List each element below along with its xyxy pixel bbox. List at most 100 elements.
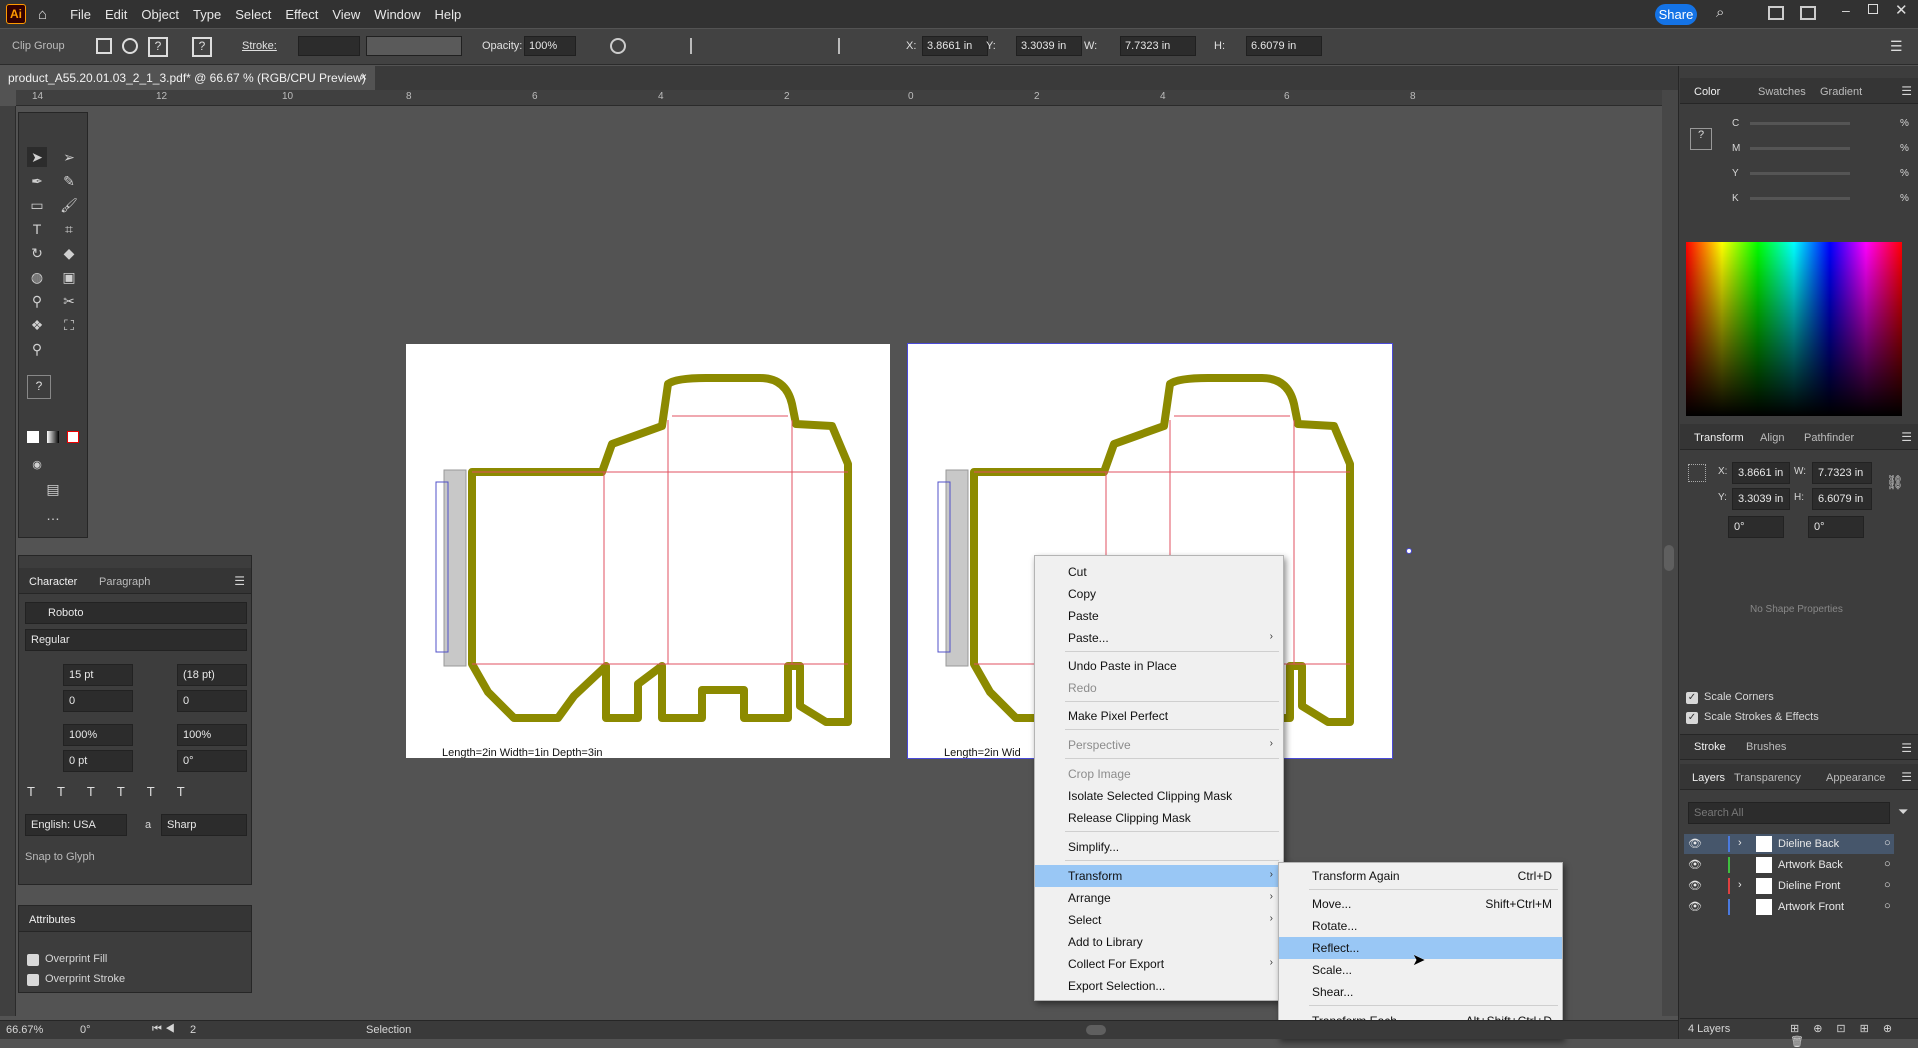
overprint-fill-checkbox[interactable] [27,954,39,966]
tab-transform[interactable]: Transform [1694,432,1744,444]
tracking-input[interactable]: 0 [177,690,247,712]
artboard-front[interactable]: Length=2in Width=1in Depth=3in [406,344,890,758]
visibility-eye-icon[interactable]: 👁 [1688,837,1702,850]
tab-color[interactable]: Color [1694,86,1720,98]
tab-attributes[interactable]: Attributes [29,914,75,926]
gradient-color-icon[interactable] [47,431,59,443]
align-icons[interactable] [690,38,840,54]
expand-arrow-icon[interactable]: › [1738,879,1742,891]
baseline-shift-input[interactable]: 0 pt [63,750,133,772]
menu-item-collect-export[interactable]: Collect For Export › [1035,953,1283,975]
antialias-select[interactable]: Sharp [161,814,247,836]
visibility-eye-icon[interactable]: 👁 [1688,900,1702,913]
menu-item-undo[interactable]: Undo Paste in Place [1035,655,1283,677]
menu-item-release-clipping[interactable]: Release Clipping Mask [1035,807,1283,829]
selection-tool-icon[interactable]: ➤ [27,147,47,167]
menu-object[interactable]: Object [134,7,186,22]
menu-select[interactable]: Select [228,7,278,22]
menu-file[interactable]: File [63,7,98,22]
paintbrush-tool-icon[interactable]: 🖌 [59,195,79,215]
font-style-select[interactable]: Regular [25,629,247,651]
scale-strokes-checkbox[interactable]: ✓ [1686,712,1698,724]
tab-appearance[interactable]: Appearance [1826,772,1885,784]
submenu-item-rotate[interactable]: Rotate... [1279,915,1562,937]
menu-item-paste-submenu[interactable]: Paste... › [1035,627,1283,649]
maximize-icon[interactable] [1868,4,1878,14]
tab-align[interactable]: Align [1760,432,1784,444]
selection-handle[interactable] [1406,548,1412,554]
curvature-tool-icon[interactable]: ✎ [59,171,79,191]
color-spectrum[interactable] [1686,242,1902,416]
crop-tool-icon[interactable]: ⛶ [59,315,79,335]
eyedropper-tool-icon[interactable]: ⚲ [27,291,47,311]
recolor-icon[interactable] [610,38,626,54]
layer-action-icons[interactable]: ⊞⊕⊡⊞⊕🗑 [1790,1022,1918,1048]
stroke-weight-input[interactable] [298,36,360,56]
vertical-ruler[interactable] [0,106,16,1016]
fill-color-icon[interactable] [27,431,39,443]
fill-stroke-icon[interactable]: ? [27,375,51,399]
target-circle-icon[interactable]: ○ [1884,858,1891,870]
vertical-scale-input[interactable]: 100% [63,724,133,746]
menu-item-select[interactable]: Select › [1035,909,1283,931]
type-tool-icon[interactable]: T [27,219,47,239]
menu-effect[interactable]: Effect [278,7,325,22]
character-rotation-input[interactable]: 0° [177,750,247,772]
blend-tool-icon[interactable]: ✂ [59,291,79,311]
menu-item-transform[interactable]: Transform › [1035,865,1283,887]
variable-width-select[interactable] [366,36,462,56]
menu-item-isolate-clipping[interactable]: Isolate Selected Clipping Mask [1035,785,1283,807]
gradient-tool-icon[interactable]: ▣ [59,267,79,287]
stroke-swatch[interactable]: ? [192,37,212,57]
horizontal-scale-input[interactable]: 100% [177,724,247,746]
layer-row[interactable]: 👁 › Dieline Back ○ [1684,834,1894,854]
transform-x-input[interactable]: 3.8661 in [1732,462,1790,484]
tab-pathfinder[interactable]: Pathfinder [1804,432,1854,444]
panel-menu-icon[interactable]: ☰ [234,574,245,588]
draw-mode-icon[interactable]: ◉ [27,455,47,475]
panel-menu-icon[interactable]: ☰ [1890,38,1903,55]
horizontal-ruler[interactable]: 14 12 10 8 6 4 2 0 2 4 6 8 [16,90,1662,106]
layer-row[interactable]: 👁 Artwork Front ○ [1684,897,1894,917]
font-family-input[interactable]: Roboto [25,602,247,624]
channel-m-slider[interactable] [1750,147,1850,150]
transform-h-input[interactable]: 6.6079 in [1812,488,1872,510]
y-input[interactable]: 3.3039 in [1016,36,1082,56]
channel-y-slider[interactable] [1750,172,1850,175]
rotate-tool-icon[interactable]: ↻ [27,243,47,263]
visibility-eye-icon[interactable]: 👁 [1688,879,1702,892]
w-input[interactable]: 7.7323 in [1120,36,1196,56]
menu-help[interactable]: Help [428,7,469,22]
artboard-nav-icons[interactable]: ⏮ ◀ [152,1023,175,1036]
tab-character[interactable]: Character [29,576,77,588]
leading-input[interactable]: (18 pt) [177,664,247,686]
submenu-item-transform-again[interactable]: Transform Again Ctrl+D [1279,865,1562,887]
shear-angle-input[interactable]: 0° [1808,516,1864,538]
layer-row[interactable]: 👁 › Dieline Front ○ [1684,876,1894,896]
target-circle-icon[interactable]: ○ [1884,900,1891,912]
language-select[interactable]: English: USA [25,814,127,836]
artboard-number-input[interactable]: 2 [190,1024,196,1036]
channel-k-slider[interactable] [1750,197,1850,200]
scale-corners-checkbox[interactable]: ✓ [1686,692,1698,704]
close-tab-icon[interactable]: × [360,70,367,84]
tab-stroke[interactable]: Stroke [1694,741,1726,753]
share-button[interactable]: Share [1655,4,1697,25]
tab-gradient[interactable]: Gradient [1820,86,1862,98]
panel-menu-icon[interactable]: ☰ [1901,741,1912,755]
zoom-select[interactable]: 66.67% [6,1024,43,1036]
expand-arrow-icon[interactable]: › [1738,837,1742,849]
target-circle-icon[interactable]: ○ [1884,879,1891,891]
menu-item-copy[interactable]: Copy [1035,583,1283,605]
channel-c-slider[interactable] [1750,122,1850,125]
symbol-sprayer-tool-icon[interactable]: ❖ [27,315,47,335]
tab-brushes[interactable]: Brushes [1746,741,1786,753]
scroll-thumb[interactable] [1664,545,1674,571]
transform-w-input[interactable]: 7.7323 in [1812,462,1872,484]
constrain-proportions-icon[interactable]: ⛓ [1886,474,1904,491]
menu-type[interactable]: Type [186,7,228,22]
shape-builder-tool-icon[interactable]: ◍ [27,267,47,287]
none-color-icon[interactable] [67,431,79,443]
kerning-input[interactable]: 0 [63,690,133,712]
menu-view[interactable]: View [325,7,367,22]
